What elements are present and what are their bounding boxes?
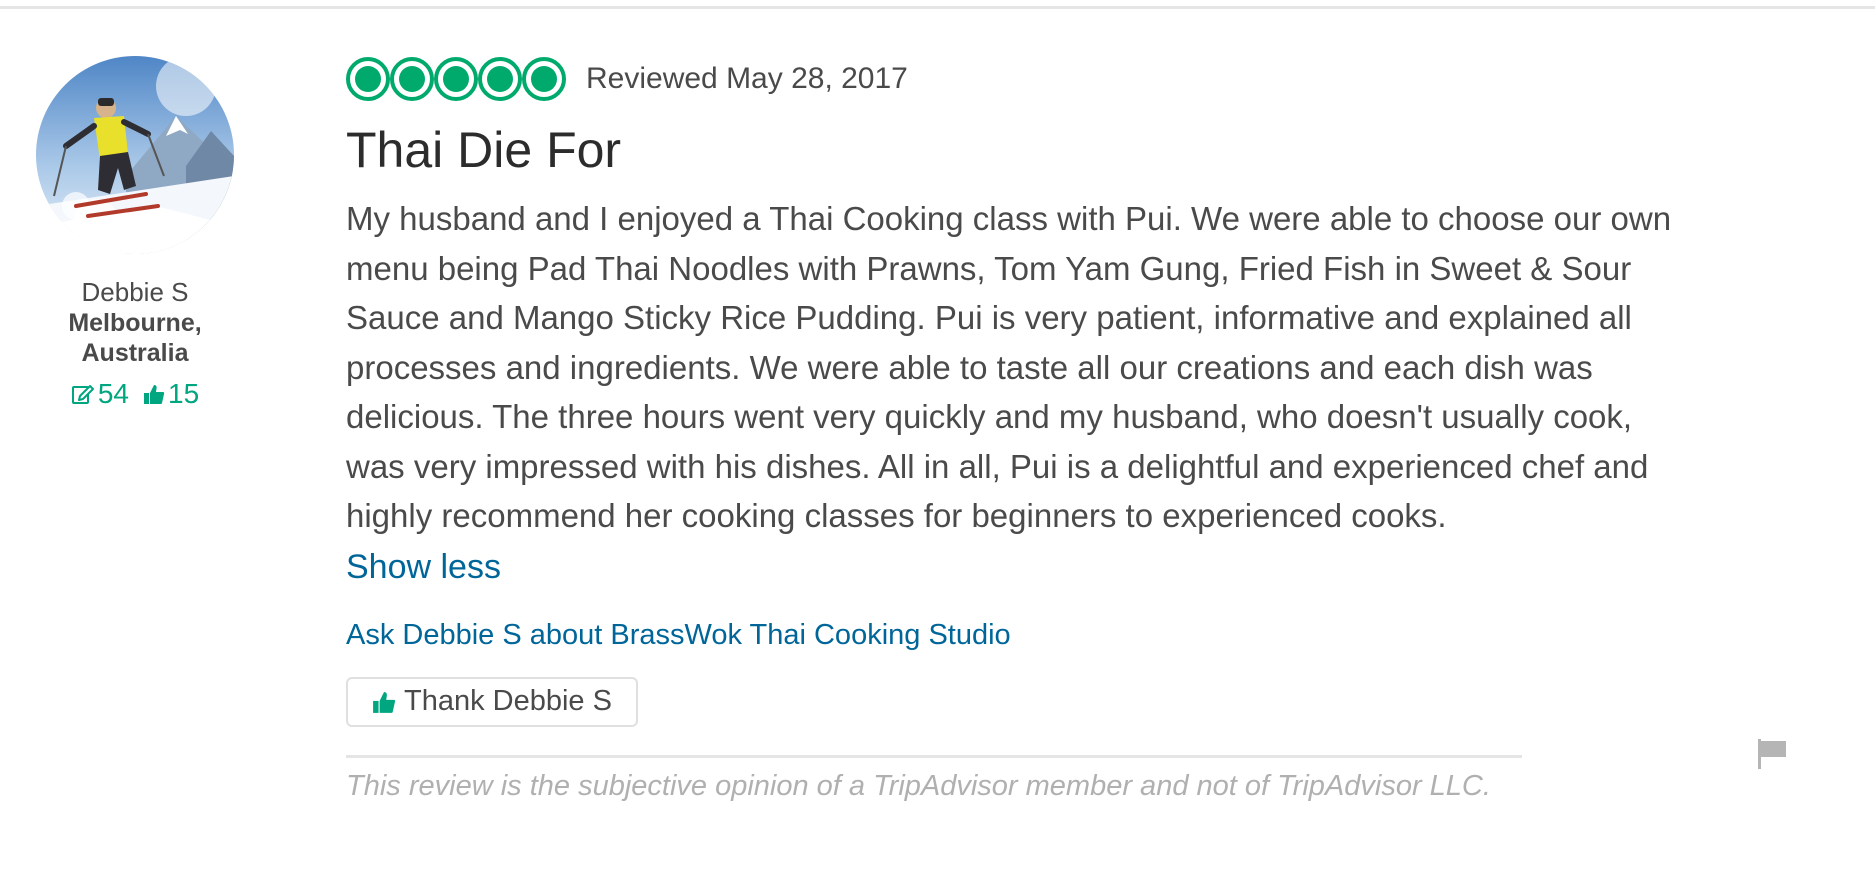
- thank-button-label: Thank Debbie S: [404, 685, 612, 717]
- show-less-link[interactable]: Show less: [346, 543, 501, 591]
- rating-bubble-icon: [390, 57, 434, 101]
- member-location: Melbourne, Australia: [68, 309, 202, 367]
- member-info: Debbie S Melbourne, Australia 54 15: [24, 56, 246, 410]
- review-body: My husband and I enjoyed a Thai Cooking …: [346, 200, 1672, 534]
- ask-member-link[interactable]: Ask Debbie S about BrassWok Thai Cooking…: [346, 617, 1686, 653]
- review-count-badge[interactable]: 54: [71, 378, 129, 410]
- review-title[interactable]: Thai Die For: [346, 120, 1686, 180]
- rating-row: Reviewed May 28, 2017: [346, 54, 1686, 104]
- disclaimer-divider: [346, 754, 1522, 758]
- pencil-icon: [71, 385, 94, 404]
- disclaimer: This review is the subjective opinion of…: [346, 769, 1491, 802]
- report-flag-icon[interactable]: [1756, 737, 1788, 776]
- helpful-votes-badge[interactable]: 15: [143, 378, 199, 410]
- bubble-rating: [346, 57, 566, 101]
- skier-avatar-image: [36, 56, 234, 254]
- avatar[interactable]: [36, 56, 234, 254]
- member-stats: 54 15: [24, 378, 246, 410]
- thank-button[interactable]: Thank Debbie S: [346, 676, 638, 727]
- helpful-votes-count: 15: [168, 378, 200, 409]
- member-name[interactable]: Debbie S: [24, 276, 246, 308]
- thumbs-up-icon: [144, 385, 165, 404]
- thumbs-up-icon: [373, 691, 396, 713]
- review-count: 54: [97, 378, 129, 409]
- review-date: Reviewed May 28, 2017: [586, 62, 908, 95]
- rating-bubble-icon: [346, 57, 390, 101]
- review-card: Reviewed May 28, 2017 Thai Die For My hu…: [346, 54, 1686, 804]
- rating-bubble-icon: [478, 57, 522, 101]
- rating-bubble-icon: [522, 57, 566, 101]
- rating-bubble-icon: [434, 57, 478, 101]
- top-divider: [0, 6, 1875, 9]
